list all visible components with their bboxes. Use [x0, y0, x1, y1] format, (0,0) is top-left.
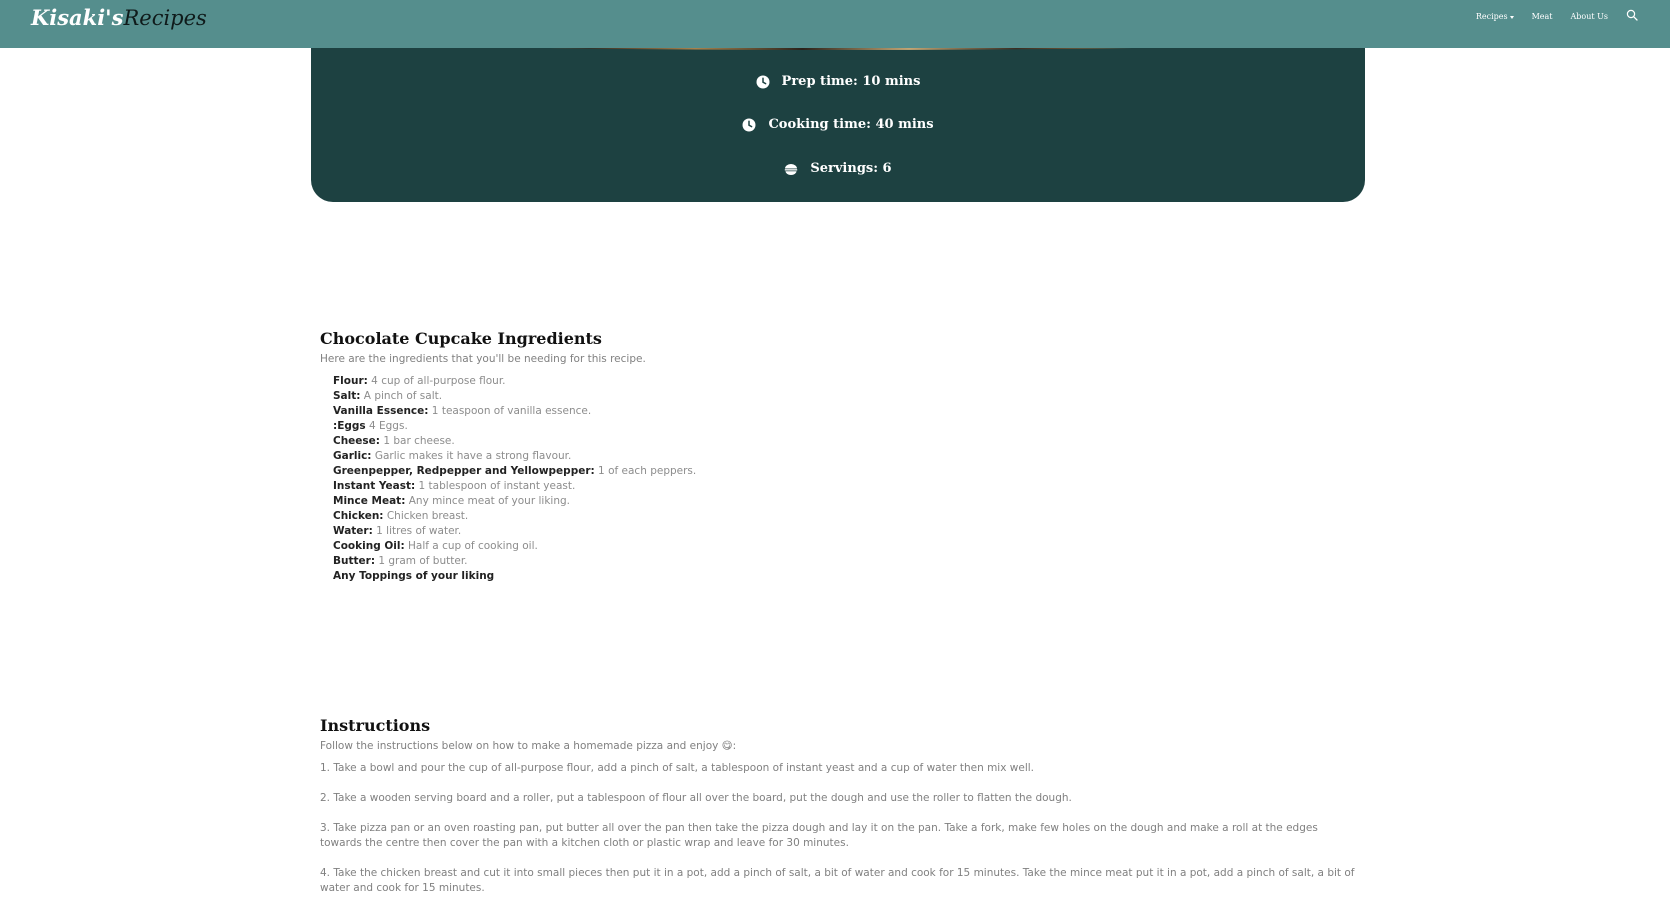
ingredient-detail: 4 Eggs.: [365, 420, 408, 432]
ingredient-item: Salt: A pinch of salt.: [333, 389, 696, 404]
caret-down-icon: [1509, 15, 1514, 19]
ingredient-name: Chicken:: [333, 510, 384, 522]
ingredient-name: Salt:: [333, 390, 361, 402]
ingredient-item: Cheese: 1 bar cheese.: [333, 434, 696, 449]
ingredient-detail: 1 teaspoon of vanilla essence.: [428, 405, 592, 417]
instruction-steps: 1. Take a bowl and pour the cup of all-p…: [320, 761, 1360, 911]
ingredient-detail: Chicken breast.: [383, 510, 469, 522]
instruction-step: 3. Take pizza pan or an oven roasting pa…: [320, 822, 1318, 849]
ingredient-name: Water:: [333, 525, 373, 537]
prep-time-row: Prep time: 10 mins: [311, 74, 1365, 89]
search-icon[interactable]: [1626, 9, 1638, 21]
bowl-icon: [785, 163, 798, 175]
nav-recipes-dropdown[interactable]: Recipes: [1476, 12, 1514, 21]
ingredient-name: Flour:: [333, 375, 368, 387]
instructions-subtitle: Follow the instructions below on how to …: [320, 740, 737, 752]
ingredient-detail: 1 litres of water.: [372, 525, 462, 537]
ingredients-title: Chocolate Cupcake Ingredients: [320, 329, 602, 348]
instruction-step: 4. Take the chicken breast and cut it in…: [320, 867, 1355, 894]
ingredient-name: Instant Yeast:: [333, 480, 416, 492]
ingredient-item: Greenpepper, Redpepper and Yellowpepper:…: [333, 464, 696, 479]
ingredient-name: Garlic:: [333, 450, 372, 462]
servings-text: Servings: 6: [810, 161, 892, 176]
ingredient-detail: 1 of each peppers.: [594, 465, 697, 477]
ingredient-detail: 4 cup of all-purpose flour.: [367, 375, 506, 387]
ingredient-item: Instant Yeast: 1 tablespoon of instant y…: [333, 479, 696, 494]
ingredient-detail: A pinch of salt.: [360, 390, 443, 402]
nav-meat-link[interactable]: Meat: [1532, 12, 1553, 21]
ingredient-name: Butter:: [333, 555, 376, 567]
ingredient-name: Cooking Oil:: [333, 540, 405, 552]
ingredient-detail: 1 bar cheese.: [380, 435, 455, 447]
ingredient-item: Vanilla Essence: 1 teaspoon of vanilla e…: [333, 404, 696, 419]
ingredient-item: Water: 1 litres of water.: [333, 524, 696, 539]
ingredient-item: Cooking Oil: Half a cup of cooking oil.: [333, 539, 696, 554]
cooking-time-text: Cooking time: 40 mins: [768, 117, 934, 132]
ingredient-name: Mince Meat:: [333, 495, 406, 507]
ingredient-item: Garlic: Garlic makes it have a strong fl…: [333, 449, 696, 464]
brand-part-2: Recipes: [123, 6, 207, 30]
ingredient-item: :Eggs 4 Eggs.: [333, 419, 696, 434]
instruction-step: 2. Take a wooden serving board and a rol…: [320, 792, 1072, 804]
ingredient-name: Cheese:: [333, 435, 380, 447]
nav-about-link[interactable]: About Us: [1571, 12, 1608, 21]
ingredients-subtitle: Here are the ingredients that you'll be …: [320, 353, 646, 365]
brand-part-1: Kisaki's: [31, 5, 124, 30]
ingredient-detail: Half a cup of cooking oil.: [404, 540, 538, 552]
top-navbar: Kisaki'sRecipes Recipes Meat About Us: [0, 0, 1670, 48]
ingredient-name: :Eggs: [333, 420, 366, 432]
nav-recipes-label: Recipes: [1475, 12, 1508, 21]
ingredient-detail: Any mince meat of your liking.: [405, 495, 570, 507]
ingredient-name: Vanilla Essence:: [333, 405, 429, 417]
ingredient-item: Any Toppings of your liking: [333, 569, 696, 584]
clock-icon: [742, 118, 756, 131]
ingredient-detail: 1 tablespoon of instant yeast.: [415, 480, 576, 492]
prep-time-text: Prep time: 10 mins: [781, 74, 921, 89]
ingredient-item: Flour: 4 cup of all-purpose flour.: [333, 374, 696, 389]
instruction-step: 1. Take a bowl and pour the cup of all-p…: [320, 762, 1034, 774]
cooking-time-row: Cooking time: 40 mins: [311, 117, 1365, 132]
instructions-title: Instructions: [320, 716, 431, 735]
nav-links: Recipes Meat About Us: [1476, 9, 1638, 21]
ingredient-item: Chicken: Chicken breast.: [333, 509, 696, 524]
brand-logo[interactable]: Kisaki'sRecipes: [31, 4, 207, 32]
ingredient-item: Butter: 1 gram of butter.: [333, 554, 696, 569]
ingredient-item: Mince Meat: Any mince meat of your likin…: [333, 494, 696, 509]
clock-icon: [756, 75, 770, 88]
ingredient-list: Flour: 4 cup of all-purpose flour. Salt: …: [333, 374, 696, 584]
ingredient-name: Greenpepper, Redpepper and Yellowpepper:: [333, 465, 595, 477]
ingredient-detail: 1 gram of butter.: [375, 555, 468, 567]
servings-row: Servings: 6: [311, 161, 1365, 176]
ingredient-detail: Garlic makes it have a strong flavour.: [371, 450, 572, 462]
ingredient-name: Any Toppings of your liking: [333, 570, 495, 582]
